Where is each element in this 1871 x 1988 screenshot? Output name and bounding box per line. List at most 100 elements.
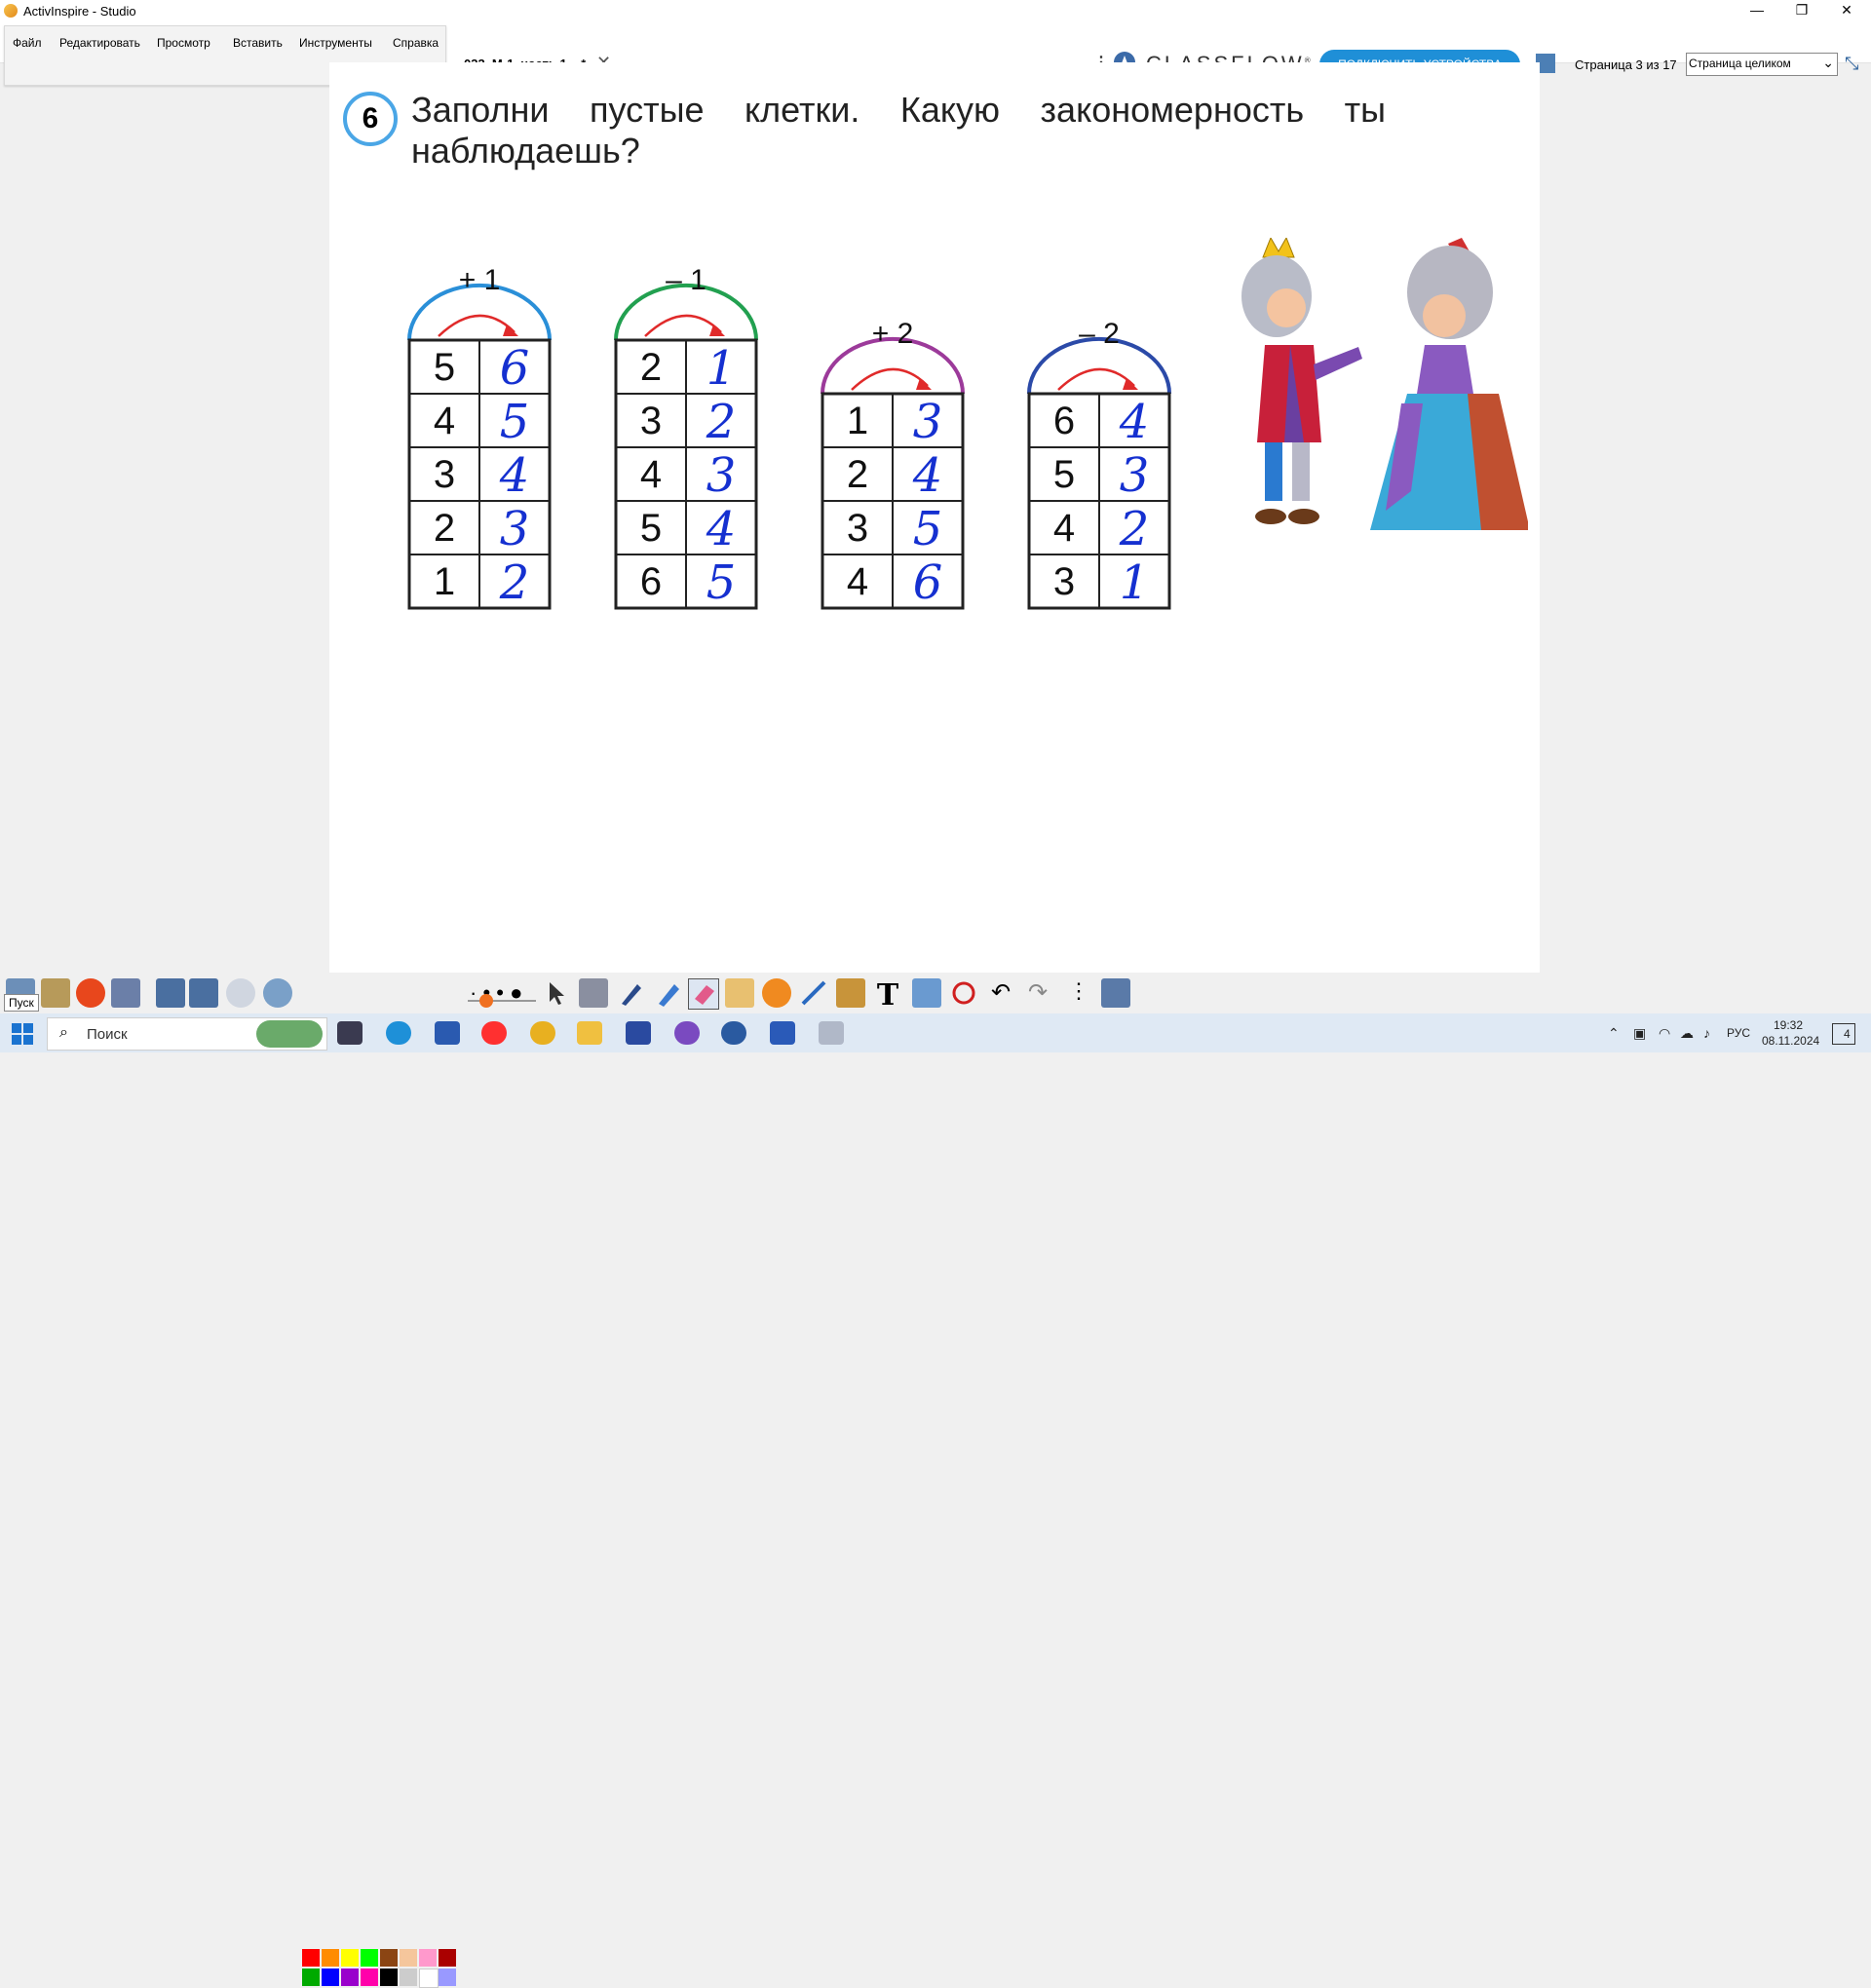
color-swatch[interactable] <box>439 1949 456 1967</box>
pen-width-dots[interactable]: · • • ● <box>470 980 522 1006</box>
handwritten-number: 6 <box>913 555 943 610</box>
menu-tools[interactable]: Инструменты <box>299 36 372 50</box>
show-hidden-icons-chevron[interactable]: ⌃ <box>1608 1025 1620 1042</box>
color-swatch[interactable] <box>400 1969 417 1986</box>
menu-help[interactable]: Справка <box>393 36 439 50</box>
printed-number: 5 <box>1053 453 1075 496</box>
handwritten-number: 3 <box>500 502 530 556</box>
close-window-button[interactable]: ✕ <box>1824 0 1869 21</box>
yandex-icon[interactable] <box>481 1021 507 1045</box>
color-swatch[interactable] <box>439 1969 456 1986</box>
store-icon[interactable] <box>435 1021 460 1045</box>
color-swatch[interactable] <box>322 1949 339 1967</box>
printed-number: 3 <box>1053 560 1075 603</box>
spotlight-icon[interactable] <box>912 978 941 1008</box>
taskbar-search[interactable]: ⌕ Поиск <box>47 1017 327 1051</box>
color-swatch[interactable] <box>419 1949 437 1967</box>
activinspire-app-icon <box>4 4 18 18</box>
redo-icon[interactable]: ↷ <box>1023 978 1052 1008</box>
magic-ink-icon[interactable] <box>725 978 754 1008</box>
printed-number: 4 <box>1053 507 1075 550</box>
exercise-figures: + 1 5 6 4 5 3 4 2 3 1 2– 1 2 1 3 2 4 3 5 4 6 5 + 2 1 3 2 4 3 5 4 6– 2… <box>329 199 1540 628</box>
color-swatch[interactable] <box>419 1969 439 1988</box>
pen-width-slider-track[interactable] <box>468 1000 536 1002</box>
clock-time[interactable]: 19:32 <box>1774 1018 1803 1032</box>
page-indicator: Страница 3 из 17 <box>1575 57 1677 72</box>
onedrive-icon[interactable]: ☁ <box>1680 1025 1694 1042</box>
color-swatch[interactable] <box>361 1969 378 1986</box>
windows-start-icon[interactable] <box>12 1023 33 1045</box>
undo-icon[interactable]: ↶ <box>986 978 1015 1008</box>
activinspire-taskbar-icon[interactable] <box>721 1021 746 1045</box>
previous-page-icon[interactable] <box>156 978 185 1008</box>
menu-insert[interactable]: Вставить <box>233 36 283 50</box>
color-swatch[interactable] <box>322 1969 339 1986</box>
language-indicator[interactable]: РУС <box>1727 1026 1750 1040</box>
connector-icon[interactable] <box>799 978 828 1008</box>
printed-number: 5 <box>434 346 455 389</box>
wifi-icon[interactable]: ◠ <box>1659 1025 1670 1042</box>
customize-toolbar-icon[interactable] <box>1101 978 1130 1008</box>
color-swatch[interactable] <box>380 1969 398 1986</box>
menu-view[interactable]: Просмотр <box>157 36 210 50</box>
minimize-button[interactable]: — <box>1735 0 1779 21</box>
chevron-down-icon: ⌄ <box>1822 55 1834 70</box>
flipchart-canvas[interactable]: 6 Заполни пустые клетки. Какую закономер… <box>329 62 1540 973</box>
characters-illustration <box>1241 238 1528 530</box>
tools-icon[interactable] <box>579 978 608 1008</box>
task-view-icon[interactable] <box>337 1021 363 1045</box>
viber-icon[interactable] <box>674 1021 700 1045</box>
browsers-icon[interactable] <box>41 978 70 1008</box>
handwritten-number: 2 <box>1119 502 1150 556</box>
restore-button[interactable]: ❐ <box>1779 0 1824 21</box>
pen-icon[interactable] <box>616 978 645 1008</box>
arrow-head-icon <box>916 378 932 390</box>
fill-icon[interactable] <box>836 978 865 1008</box>
color-swatch[interactable] <box>341 1969 359 1986</box>
clock-date[interactable]: 08.11.2024 <box>1762 1034 1819 1048</box>
meet-now-icon[interactable]: ▣ <box>1633 1025 1646 1042</box>
eraser-icon[interactable] <box>688 978 719 1010</box>
printed-number: 3 <box>847 507 868 550</box>
arrow-head-icon <box>709 325 725 336</box>
color-swatch[interactable] <box>302 1969 320 1986</box>
color-swatch[interactable] <box>380 1949 398 1967</box>
more-tools-icon[interactable]: ⋮ <box>1064 978 1093 1008</box>
pen-width-slider-thumb[interactable] <box>479 994 493 1008</box>
reset-page-icon[interactable] <box>263 978 292 1008</box>
color-swatch[interactable] <box>302 1949 320 1967</box>
menu-file[interactable]: Файл <box>13 36 42 50</box>
word-icon[interactable] <box>770 1021 795 1045</box>
menu-edit[interactable]: Редактировать <box>59 36 140 50</box>
arrow-head-icon <box>503 325 518 336</box>
handwritten-number: 4 <box>706 502 737 556</box>
zoom-select[interactable]: Страница целиком ⌄ <box>1686 53 1838 76</box>
next-page-icon[interactable] <box>189 978 218 1008</box>
page-reset-icon[interactable] <box>949 978 978 1008</box>
chrome-icon[interactable] <box>530 1021 555 1045</box>
pen-tool-icon[interactable] <box>76 978 105 1008</box>
play-icon[interactable] <box>226 978 255 1008</box>
color-swatch[interactable] <box>400 1949 417 1967</box>
activinspire-studio-icon[interactable] <box>819 1021 844 1045</box>
file-explorer-icon[interactable] <box>577 1021 602 1045</box>
fullscreen-toggle-icon[interactable]: ⤡ <box>1845 54 1858 74</box>
printed-number: 4 <box>847 560 868 603</box>
notifications-icon[interactable]: 4 <box>1832 1023 1855 1045</box>
edge-icon[interactable] <box>386 1021 411 1045</box>
volume-icon[interactable]: ♪ <box>1703 1025 1710 1041</box>
highlighter-icon[interactable] <box>653 978 682 1008</box>
printed-number: 6 <box>640 560 662 603</box>
color-swatch[interactable] <box>361 1949 378 1967</box>
color-swatch[interactable] <box>341 1949 359 1967</box>
handwritten-number: 5 <box>913 502 943 556</box>
select-tool-icon[interactable] <box>542 978 571 1008</box>
app-icon[interactable] <box>626 1021 651 1045</box>
desktop-annotate-icon[interactable] <box>111 978 140 1008</box>
shape-icon[interactable] <box>762 978 791 1008</box>
text-tool-icon[interactable]: T <box>873 978 902 1013</box>
operation-label: – 2 <box>1079 318 1120 350</box>
printed-number: 2 <box>640 346 662 389</box>
printed-number: 1 <box>847 400 868 442</box>
handwritten-number: 5 <box>500 395 530 449</box>
